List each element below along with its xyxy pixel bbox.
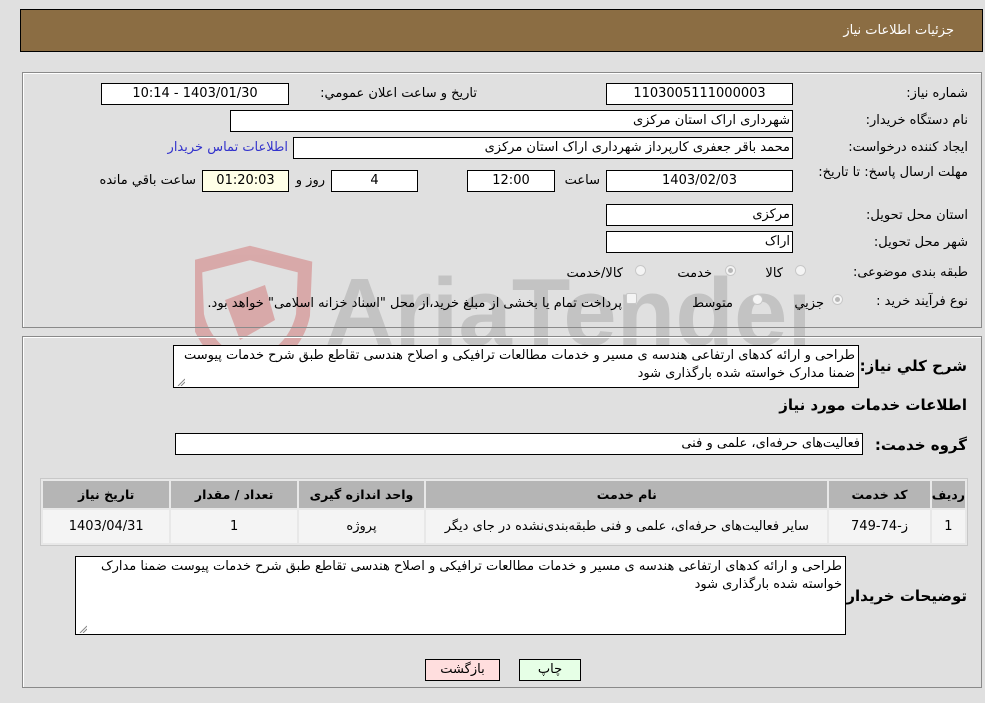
services-table: ردیف کد خدمت نام خدمت واحد اندازه گیری ت… bbox=[40, 478, 968, 546]
deadline-date-field: 1403/02/03 bbox=[606, 170, 793, 192]
cell-unit: پروژه bbox=[298, 510, 425, 543]
days-label: روز و bbox=[295, 173, 325, 188]
announce-datetime-field: 1403/01/30 - 10:14 bbox=[101, 83, 289, 105]
category-label: طبقه بندی موضوعی: bbox=[852, 265, 968, 280]
creator-label: ایجاد کننده درخواست: bbox=[848, 140, 968, 155]
treasury-checkbox[interactable] bbox=[626, 293, 637, 304]
cell-code: ز-74-749 bbox=[829, 510, 930, 543]
col-index: ردیف bbox=[931, 481, 965, 508]
city-field: اراک bbox=[606, 231, 793, 253]
process-radio-minor[interactable] bbox=[832, 294, 843, 305]
process-option-medium: متوسط bbox=[692, 296, 733, 311]
category-radio-service[interactable] bbox=[725, 265, 736, 276]
page-header: جزئیات اطلاعات نیاز bbox=[20, 9, 983, 52]
col-unit: واحد اندازه گیری bbox=[298, 481, 425, 508]
category-radio-goods-service[interactable] bbox=[635, 265, 646, 276]
deadline-time-field: 12:00 bbox=[467, 170, 555, 192]
description-text: طراحی و ارائه کدهای ارتفاعی هندسه ی مسیر… bbox=[183, 348, 855, 381]
deadline-time-label: ساعت bbox=[564, 173, 600, 188]
remaining-time-field: 01:20:03 bbox=[202, 170, 289, 192]
category-radio-goods[interactable] bbox=[795, 265, 806, 276]
col-code: کد خدمت bbox=[829, 481, 930, 508]
col-name: نام خدمت bbox=[426, 481, 828, 508]
announce-label: تاریخ و ساعت اعلان عمومي: bbox=[320, 86, 477, 101]
remaining-time-label: ساعت باقي مانده bbox=[99, 173, 196, 188]
process-radio-medium[interactable] bbox=[752, 294, 763, 305]
treasury-note: پرداخت تمام یا بخشی از مبلغ خرید،از محل … bbox=[207, 296, 622, 311]
cell-quantity: 1 bbox=[171, 510, 297, 543]
province-field: مرکزی bbox=[606, 204, 793, 226]
buyer-notes-label: توضیحات خریدار: bbox=[840, 587, 967, 605]
buyer-contact-link[interactable]: اطلاعات تماس خریدار bbox=[168, 140, 288, 155]
deadline-label: مهلت ارسال پاسخ: تا تاریخ: bbox=[818, 165, 968, 180]
category-option-goods: کالا bbox=[765, 266, 783, 281]
buyer-notes-textarea[interactable]: طراحی و ارائه کدهای ارتفاعی هندسه ی مسیر… bbox=[75, 556, 846, 635]
back-button[interactable]: بازگشت bbox=[425, 659, 500, 681]
service-group-field: فعالیت‌های حرفه‌ای، علمی و فنی bbox=[175, 433, 863, 455]
cell-index: 1 bbox=[931, 510, 965, 543]
days-remaining-field: 4 bbox=[331, 170, 418, 192]
category-option-goods-service: کالا/خدمت bbox=[566, 266, 623, 281]
need-number-label: شماره نیاز: bbox=[906, 86, 968, 101]
services-section-title: اطلاعات خدمات مورد نیاز bbox=[779, 396, 967, 414]
cell-date: 1403/04/31 bbox=[43, 510, 170, 543]
table-header-row: ردیف کد خدمت نام خدمت واحد اندازه گیری ت… bbox=[43, 481, 965, 508]
col-date: تاریخ نیاز bbox=[43, 481, 170, 508]
service-group-label: گروه خدمت: bbox=[874, 436, 967, 454]
buyer-notes-text: طراحی و ارائه کدهای ارتفاعی هندسه ی مسیر… bbox=[100, 559, 842, 592]
province-label: استان محل تحویل: bbox=[866, 208, 968, 223]
description-textarea[interactable]: طراحی و ارائه کدهای ارتفاعی هندسه ی مسیر… bbox=[173, 345, 859, 388]
resize-handle-icon[interactable] bbox=[176, 377, 185, 386]
need-number-field: 1103005111000003 bbox=[606, 83, 793, 105]
page-title: جزئیات اطلاعات نیاز bbox=[843, 23, 954, 38]
creator-field: محمد باقر جعفری کارپرداز شهرداری اراک اس… bbox=[293, 137, 793, 159]
table-row: 1 ز-74-749 سایر فعالیت‌های حرفه‌ای، علمی… bbox=[43, 510, 965, 543]
col-quantity: تعداد / مقدار bbox=[171, 481, 297, 508]
resize-handle-icon[interactable] bbox=[78, 624, 87, 633]
buyer-org-field: شهرداری اراک استان مرکزی bbox=[230, 110, 793, 132]
category-option-service: خدمت bbox=[677, 266, 712, 281]
process-option-minor: جزيي bbox=[794, 296, 824, 311]
print-button[interactable]: چاپ bbox=[519, 659, 581, 681]
process-label: نوع فرآیند خرید : bbox=[876, 294, 968, 309]
city-label: شهر محل تحویل: bbox=[873, 235, 968, 250]
cell-name: سایر فعالیت‌های حرفه‌ای، علمی و فنی طبقه… bbox=[426, 510, 828, 543]
description-label: شرح کلي نیاز: bbox=[859, 357, 967, 375]
buyer-org-label: نام دستگاه خریدار: bbox=[865, 113, 968, 128]
